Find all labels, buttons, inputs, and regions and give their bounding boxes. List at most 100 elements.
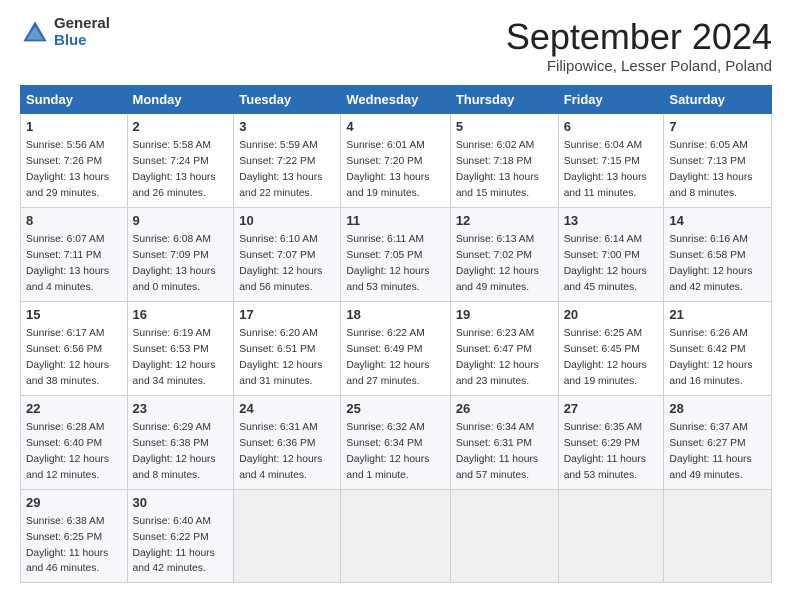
day-info: Sunrise: 6:34 AMSunset: 6:31 PMDaylight:…	[456, 422, 538, 481]
day-cell-19: 19Sunrise: 6:23 AMSunset: 6:47 PMDayligh…	[450, 301, 558, 395]
day-number: 4	[346, 118, 444, 136]
week-row-5: 29Sunrise: 6:38 AMSunset: 6:25 PMDayligh…	[21, 489, 772, 583]
day-info: Sunrise: 6:05 AMSunset: 7:13 PMDaylight:…	[669, 140, 752, 199]
page: General Blue September 2024 Filipowice, …	[0, 0, 792, 603]
week-row-2: 8 Sunrise: 6:07 AMSunset: 7:11 PMDaylight…	[21, 207, 772, 301]
day-number: 20	[564, 306, 659, 324]
day-info: Sunrise: 6:25 AMSunset: 6:45 PMDaylight:…	[564, 328, 647, 387]
day-number: 13	[564, 212, 659, 230]
day-info: Sunrise: 6:35 AMSunset: 6:29 PMDaylight:…	[564, 422, 646, 481]
day-info: Sunrise: 6:19 AMSunset: 6:53 PMDaylight:…	[133, 328, 216, 387]
day-cell-10: 10 Sunrise: 6:10 AMSunset: 7:07 PMDayligh…	[234, 207, 341, 301]
day-info: Sunrise: 6:29 AMSunset: 6:38 PMDaylight:…	[133, 422, 216, 481]
day-number: 23	[133, 400, 229, 418]
day-cell-11: 11 Sunrise: 6:11 AMSunset: 7:05 PMDayligh…	[341, 207, 450, 301]
day-info: Sunrise: 6:32 AMSunset: 6:34 PMDaylight:…	[346, 422, 429, 481]
day-cell-16: 16 Sunrise: 6:19 AMSunset: 6:53 PMDayligh…	[127, 301, 234, 395]
day-cell-28: 28Sunrise: 6:37 AMSunset: 6:27 PMDayligh…	[664, 395, 772, 489]
day-number: 16	[133, 306, 229, 324]
day-cell-9: 9 Sunrise: 6:08 AMSunset: 7:09 PMDaylight…	[127, 207, 234, 301]
day-number: 30	[133, 494, 229, 512]
day-cell-29: 29Sunrise: 6:38 AMSunset: 6:25 PMDayligh…	[21, 489, 128, 583]
day-number: 3	[239, 118, 335, 136]
day-info: Sunrise: 6:08 AMSunset: 7:09 PMDaylight:…	[133, 234, 216, 293]
day-cell-30: 30 Sunrise: 6:40 AMSunset: 6:22 PMDayligh…	[127, 489, 234, 583]
day-cell-18: 18 Sunrise: 6:22 AMSunset: 6:49 PMDayligh…	[341, 301, 450, 395]
day-number: 24	[239, 400, 335, 418]
day-cell-17: 17Sunrise: 6:20 AMSunset: 6:51 PMDayligh…	[234, 301, 341, 395]
col-wednesday: Wednesday	[341, 86, 450, 114]
week-row-4: 22 Sunrise: 6:28 AMSunset: 6:40 PMDayligh…	[21, 395, 772, 489]
day-info: Sunrise: 6:28 AMSunset: 6:40 PMDaylight:…	[26, 422, 109, 481]
col-tuesday: Tuesday	[234, 86, 341, 114]
day-info: Sunrise: 6:16 AMSunset: 6:58 PMDaylight:…	[669, 234, 752, 293]
week-row-1: 1 Sunrise: 5:56 AMSunset: 7:26 PMDaylight…	[21, 114, 772, 208]
day-info: Sunrise: 6:31 AMSunset: 6:36 PMDaylight:…	[239, 422, 322, 481]
col-sunday: Sunday	[21, 86, 128, 114]
day-number: 15	[26, 306, 122, 324]
day-cell-14: 14 Sunrise: 6:16 AMSunset: 6:58 PMDayligh…	[664, 207, 772, 301]
day-info: Sunrise: 6:22 AMSunset: 6:49 PMDaylight:…	[346, 328, 429, 387]
day-number: 10	[239, 212, 335, 230]
location-subtitle: Filipowice, Lesser Poland, Poland	[506, 58, 772, 75]
col-saturday: Saturday	[664, 86, 772, 114]
day-info: Sunrise: 6:13 AMSunset: 7:02 PMDaylight:…	[456, 234, 539, 293]
day-number: 14	[669, 212, 766, 230]
title-block: September 2024 Filipowice, Lesser Poland…	[506, 16, 772, 75]
calendar-header-row: Sunday Monday Tuesday Wednesday Thursday…	[21, 86, 772, 114]
day-number: 8	[26, 212, 122, 230]
logo: General Blue	[20, 16, 110, 49]
col-monday: Monday	[127, 86, 234, 114]
empty-cell-4-5	[558, 489, 664, 583]
day-cell-7: 7 Sunrise: 6:05 AMSunset: 7:13 PMDaylight…	[664, 114, 772, 208]
day-number: 19	[456, 306, 553, 324]
day-number: 12	[456, 212, 553, 230]
day-info: Sunrise: 6:38 AMSunset: 6:25 PMDaylight:…	[26, 516, 108, 575]
day-number: 22	[26, 400, 122, 418]
week-row-3: 15 Sunrise: 6:17 AMSunset: 6:56 PMDayligh…	[21, 301, 772, 395]
day-number: 27	[564, 400, 659, 418]
day-info: Sunrise: 6:10 AMSunset: 7:07 PMDaylight:…	[239, 234, 322, 293]
day-info: Sunrise: 6:17 AMSunset: 6:56 PMDaylight:…	[26, 328, 109, 387]
empty-cell-4-2	[234, 489, 341, 583]
day-cell-3: 3 Sunrise: 5:59 AMSunset: 7:22 PMDaylight…	[234, 114, 341, 208]
day-cell-1: 1 Sunrise: 5:56 AMSunset: 7:26 PMDaylight…	[21, 114, 128, 208]
day-number: 9	[133, 212, 229, 230]
day-info: Sunrise: 5:56 AMSunset: 7:26 PMDaylight:…	[26, 140, 109, 199]
day-cell-26: 26Sunrise: 6:34 AMSunset: 6:31 PMDayligh…	[450, 395, 558, 489]
day-number: 1	[26, 118, 122, 136]
day-number: 6	[564, 118, 659, 136]
empty-cell-4-6	[664, 489, 772, 583]
day-number: 7	[669, 118, 766, 136]
day-cell-6: 6 Sunrise: 6:04 AMSunset: 7:15 PMDaylight…	[558, 114, 664, 208]
col-friday: Friday	[558, 86, 664, 114]
day-number: 18	[346, 306, 444, 324]
day-number: 21	[669, 306, 766, 324]
day-info: Sunrise: 6:40 AMSunset: 6:22 PMDaylight:…	[133, 516, 215, 575]
day-info: Sunrise: 6:04 AMSunset: 7:15 PMDaylight:…	[564, 140, 647, 199]
day-cell-23: 23 Sunrise: 6:29 AMSunset: 6:38 PMDayligh…	[127, 395, 234, 489]
day-cell-4: 4 Sunrise: 6:01 AMSunset: 7:20 PMDaylight…	[341, 114, 450, 208]
logo-text: General Blue	[54, 16, 110, 49]
logo-icon	[20, 18, 50, 48]
day-cell-8: 8 Sunrise: 6:07 AMSunset: 7:11 PMDaylight…	[21, 207, 128, 301]
day-number: 11	[346, 212, 444, 230]
day-info: Sunrise: 6:01 AMSunset: 7:20 PMDaylight:…	[346, 140, 429, 199]
day-cell-12: 12 Sunrise: 6:13 AMSunset: 7:02 PMDayligh…	[450, 207, 558, 301]
day-info: Sunrise: 6:14 AMSunset: 7:00 PMDaylight:…	[564, 234, 647, 293]
day-info: Sunrise: 6:26 AMSunset: 6:42 PMDaylight:…	[669, 328, 752, 387]
day-info: Sunrise: 6:37 AMSunset: 6:27 PMDaylight:…	[669, 422, 751, 481]
day-number: 5	[456, 118, 553, 136]
day-cell-15: 15 Sunrise: 6:17 AMSunset: 6:56 PMDayligh…	[21, 301, 128, 395]
day-info: Sunrise: 5:59 AMSunset: 7:22 PMDaylight:…	[239, 140, 322, 199]
day-info: Sunrise: 6:07 AMSunset: 7:11 PMDaylight:…	[26, 234, 109, 293]
day-info: Sunrise: 6:11 AMSunset: 7:05 PMDaylight:…	[346, 234, 429, 293]
day-number: 25	[346, 400, 444, 418]
day-cell-25: 25 Sunrise: 6:32 AMSunset: 6:34 PMDayligh…	[341, 395, 450, 489]
day-cell-27: 27 Sunrise: 6:35 AMSunset: 6:29 PMDayligh…	[558, 395, 664, 489]
day-number: 17	[239, 306, 335, 324]
day-cell-20: 20 Sunrise: 6:25 AMSunset: 6:45 PMDayligh…	[558, 301, 664, 395]
day-info: Sunrise: 6:02 AMSunset: 7:18 PMDaylight:…	[456, 140, 539, 199]
calendar-table: Sunday Monday Tuesday Wednesday Thursday…	[20, 85, 772, 583]
col-thursday: Thursday	[450, 86, 558, 114]
